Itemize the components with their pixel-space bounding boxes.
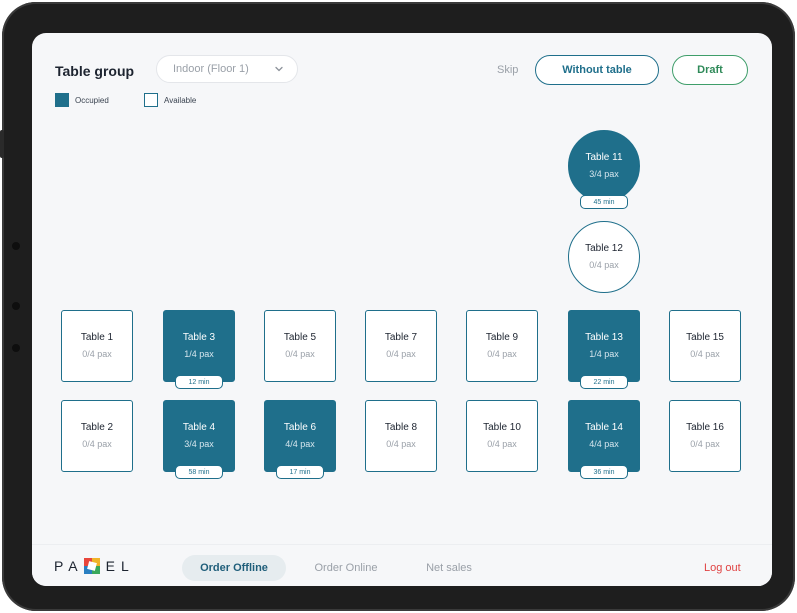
table-name: Table 4 — [182, 422, 216, 433]
table-10[interactable]: Table 10 0/4 pax — [466, 400, 538, 472]
table-11[interactable]: Table 11 3/4 pax — [568, 130, 640, 202]
without-table-button[interactable]: Without table — [535, 55, 659, 85]
legend-available: Available — [144, 93, 196, 107]
legend-available-label: Available — [164, 95, 197, 105]
table-timer: 36 min — [580, 465, 628, 479]
table-8[interactable]: Table 8 0/4 pax — [365, 400, 437, 472]
table-name: Table 11 — [585, 152, 623, 163]
legend-occupied-label: Occupied — [75, 95, 109, 105]
nav-order-offline[interactable]: Order Offline — [182, 555, 286, 581]
sensor-icon — [12, 302, 20, 310]
table-name: Table 1 — [80, 332, 114, 343]
sensor-icon — [12, 344, 20, 352]
table-name: Table 9 — [485, 332, 519, 343]
page-title: Table group — [55, 63, 135, 79]
table-name: Table 2 — [80, 422, 114, 433]
table-pax: 0/4 pax — [386, 439, 416, 449]
table-timer: 58 min — [175, 465, 223, 479]
table-pax: 0/4 pax — [386, 349, 416, 359]
table-name: Table 15 — [686, 332, 724, 343]
table-3[interactable]: Table 3 1/4 pax — [163, 310, 235, 382]
camera-icon — [12, 242, 20, 250]
table-9[interactable]: Table 9 0/4 pax — [466, 310, 538, 382]
occupied-swatch — [55, 93, 69, 107]
table-pax: 0/4 pax — [82, 349, 112, 359]
legend-occupied: Occupied — [55, 93, 109, 107]
table-pax: 0/4 pax — [589, 260, 619, 270]
table-16[interactable]: Table 16 0/4 pax — [669, 400, 741, 472]
table-name: Table 12 — [585, 243, 623, 254]
table-name: Table 14 — [585, 422, 623, 433]
available-swatch — [144, 93, 158, 107]
logo-mark-icon — [83, 558, 100, 574]
tablet-frame: Table group Indoor (Floor 1) Skip Withou… — [0, 2, 795, 611]
table-2[interactable]: Table 2 0/4 pax — [61, 400, 133, 472]
table-group-value: Indoor (Floor 1) — [173, 63, 249, 75]
table-pax: 4/4 pax — [285, 439, 315, 449]
table-name: Table 10 — [483, 422, 521, 433]
table-7[interactable]: Table 7 0/4 pax — [365, 310, 437, 382]
table-pax: 0/4 pax — [487, 349, 517, 359]
bottom-nav: PA EL Order Offline Order Online Net sal… — [32, 544, 772, 586]
table-pax: 4/4 pax — [589, 439, 619, 449]
table-13[interactable]: Table 13 1/4 pax — [568, 310, 640, 382]
table-4[interactable]: Table 4 3/4 pax — [163, 400, 235, 472]
chevron-down-icon — [275, 66, 283, 72]
side-button — [0, 130, 4, 158]
table-timer: 22 min — [580, 375, 628, 389]
table-name: Table 7 — [384, 332, 418, 343]
nav-order-online[interactable]: Order Online — [298, 555, 394, 581]
logout-button[interactable]: Log out — [704, 562, 741, 574]
logo-text-right: EL — [105, 558, 135, 574]
table-group-select[interactable]: Indoor (Floor 1) — [156, 55, 298, 83]
table-name: Table 3 — [182, 332, 216, 343]
table-1[interactable]: Table 1 0/4 pax — [61, 310, 133, 382]
table-name: Table 16 — [686, 422, 724, 433]
table-timer: 17 min — [276, 465, 324, 479]
table-pax: 0/4 pax — [487, 439, 517, 449]
table-name: Table 5 — [283, 332, 317, 343]
table-5[interactable]: Table 5 0/4 pax — [264, 310, 336, 382]
table-name: Table 13 — [585, 332, 623, 343]
table-pax: 3/4 pax — [184, 439, 214, 449]
table-pax: 1/4 pax — [589, 349, 619, 359]
table-pax: 0/4 pax — [690, 439, 720, 449]
table-15[interactable]: Table 15 0/4 pax — [669, 310, 741, 382]
table-12[interactable]: Table 12 0/4 pax — [568, 221, 640, 293]
table-pax: 1/4 pax — [184, 349, 214, 359]
nav-net-sales[interactable]: Net sales — [408, 555, 490, 581]
table-pax: 0/4 pax — [690, 349, 720, 359]
table-timer: 12 min — [175, 375, 223, 389]
skip-link[interactable]: Skip — [497, 64, 518, 76]
brand-logo: PA EL — [54, 558, 135, 574]
app-screen: Table group Indoor (Floor 1) Skip Withou… — [32, 33, 772, 586]
table-pax: 0/4 pax — [82, 439, 112, 449]
table-pax: 0/4 pax — [285, 349, 315, 359]
table-pax: 3/4 pax — [589, 169, 619, 179]
table-name: Table 8 — [384, 422, 418, 433]
table-14[interactable]: Table 14 4/4 pax — [568, 400, 640, 472]
draft-button[interactable]: Draft — [672, 55, 748, 85]
table-6[interactable]: Table 6 4/4 pax — [264, 400, 336, 472]
logo-text-left: PA — [54, 558, 84, 574]
table-name: Table 6 — [283, 422, 317, 433]
table-timer: 45 min — [580, 195, 628, 209]
